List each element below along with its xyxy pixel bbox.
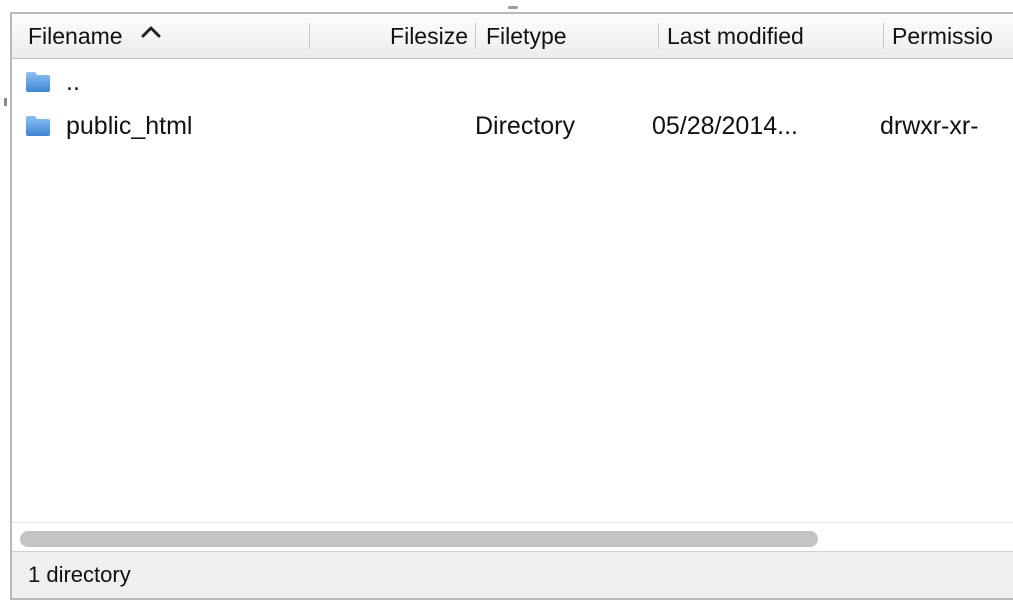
file-size bbox=[312, 106, 468, 146]
status-text: 1 directory bbox=[28, 562, 131, 587]
file-size bbox=[312, 62, 468, 102]
column-divider[interactable] bbox=[883, 23, 884, 49]
column-header-filename[interactable]: Filename bbox=[28, 14, 308, 58]
remote-file-list-panel: Filename Filesize Filetype Last modified… bbox=[10, 12, 1013, 600]
horizontal-scrollbar[interactable] bbox=[12, 522, 1013, 551]
file-name: .. bbox=[66, 68, 80, 96]
column-header-filesize[interactable]: Filesize bbox=[312, 14, 468, 58]
folder-icon bbox=[25, 115, 51, 137]
horizontal-scrollbar-thumb[interactable] bbox=[20, 531, 818, 547]
column-divider[interactable] bbox=[475, 23, 476, 49]
status-bar: 1 directory bbox=[12, 551, 1013, 598]
file-modified: 05/28/2014... bbox=[652, 112, 798, 140]
file-permissions: drwxr-xr- bbox=[880, 112, 979, 140]
column-divider[interactable] bbox=[309, 23, 310, 49]
file-name: public_html bbox=[66, 112, 193, 140]
splitter-handle-left[interactable] bbox=[4, 98, 7, 106]
column-header-bar: Filename Filesize Filetype Last modified… bbox=[12, 14, 1013, 59]
column-header-filetype[interactable]: Filetype bbox=[486, 14, 656, 58]
column-header-filesize-label: Filesize bbox=[390, 23, 468, 49]
column-header-permissions-label: Permissio bbox=[892, 23, 993, 49]
file-row-parent[interactable]: .. bbox=[12, 62, 1013, 102]
folder-icon bbox=[25, 71, 51, 93]
column-divider[interactable] bbox=[658, 23, 659, 49]
splitter-handle[interactable] bbox=[508, 6, 518, 9]
chevron-up-icon bbox=[141, 14, 161, 58]
column-header-last-modified-label: Last modified bbox=[667, 23, 804, 49]
column-header-last-modified[interactable]: Last modified bbox=[667, 14, 877, 58]
file-row-public-html[interactable]: public_html Directory 05/28/2014... drwx… bbox=[12, 106, 1013, 146]
file-type: Directory bbox=[475, 112, 576, 140]
column-header-filetype-label: Filetype bbox=[486, 23, 567, 49]
column-header-permissions[interactable]: Permissio bbox=[892, 14, 1013, 58]
column-header-filename-label: Filename bbox=[28, 23, 123, 49]
